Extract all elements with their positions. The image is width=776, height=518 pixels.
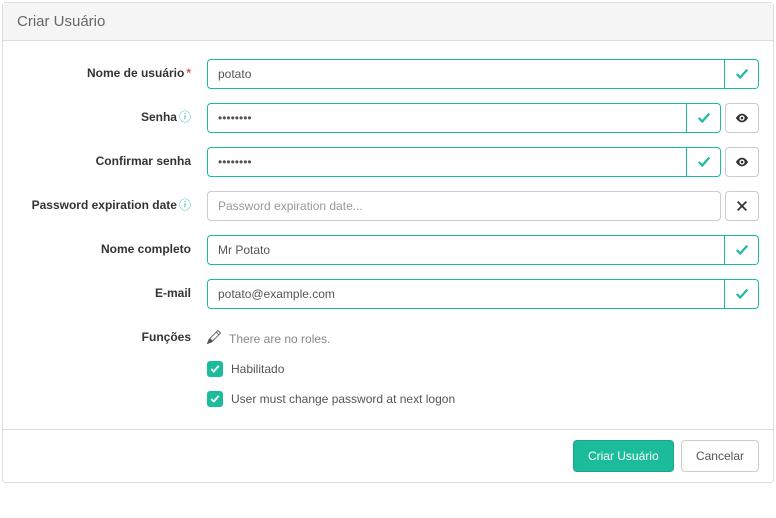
row-enabled: Habilitado xyxy=(207,361,759,377)
row-username: Nome de usuário* xyxy=(17,59,759,89)
label-roles: Funções xyxy=(17,323,207,346)
expiration-input[interactable] xyxy=(207,191,721,221)
email-input[interactable] xyxy=(207,279,725,309)
label-email: E-mail xyxy=(17,279,207,302)
required-asterisk: * xyxy=(186,66,191,80)
row-mustchange: User must change password at next logon xyxy=(207,391,759,407)
label-password: Senhaⓘ xyxy=(17,103,207,126)
password-reveal-button[interactable] xyxy=(725,103,759,133)
expiration-clear-button[interactable] xyxy=(725,191,759,221)
panel-footer: Criar Usuário Cancelar xyxy=(3,429,773,482)
email-valid-icon xyxy=(725,279,759,309)
label-password-text: Senha xyxy=(141,110,177,124)
confirm-input[interactable] xyxy=(207,147,687,177)
label-expiration-text: Password expiration date xyxy=(32,198,177,212)
confirm-input-group xyxy=(207,147,721,177)
help-icon[interactable]: ⓘ xyxy=(179,198,191,212)
label-fullname: Nome completo xyxy=(17,235,207,258)
email-input-group xyxy=(207,279,759,309)
row-fullname: Nome completo xyxy=(17,235,759,265)
username-valid-icon xyxy=(725,59,759,89)
fullname-input[interactable] xyxy=(207,235,725,265)
row-password: Senhaⓘ xyxy=(17,103,759,133)
confirm-valid-icon xyxy=(687,147,721,177)
row-roles: Funções There are no roles. xyxy=(17,323,759,347)
password-input-group xyxy=(207,103,721,133)
help-icon[interactable]: ⓘ xyxy=(179,110,191,124)
label-confirm: Confirmar senha xyxy=(17,147,207,170)
roles-static: There are no roles. xyxy=(207,323,330,347)
enabled-checkbox[interactable] xyxy=(207,361,223,377)
roles-empty-text: There are no roles. xyxy=(229,332,330,346)
create-user-panel: Criar Usuário Nome de usuário* Senhaⓘ xyxy=(2,2,774,483)
edit-roles-button[interactable] xyxy=(207,330,221,347)
mustchange-checkbox[interactable] xyxy=(207,391,223,407)
submit-button[interactable]: Criar Usuário xyxy=(573,440,674,472)
username-input[interactable] xyxy=(207,59,725,89)
row-expiration: Password expiration dateⓘ xyxy=(17,191,759,221)
enabled-label[interactable]: Habilitado xyxy=(231,362,284,376)
fullname-valid-icon xyxy=(725,235,759,265)
username-input-group xyxy=(207,59,759,89)
panel-body: Nome de usuário* Senhaⓘ Confirmar senha xyxy=(3,41,773,429)
password-input[interactable] xyxy=(207,103,687,133)
password-valid-icon xyxy=(687,103,721,133)
label-expiration: Password expiration dateⓘ xyxy=(17,191,207,214)
row-email: E-mail xyxy=(17,279,759,309)
cancel-button[interactable]: Cancelar xyxy=(681,440,759,472)
mustchange-label[interactable]: User must change password at next logon xyxy=(231,392,455,406)
panel-title: Criar Usuário xyxy=(3,3,773,41)
fullname-input-group xyxy=(207,235,759,265)
row-confirm: Confirmar senha xyxy=(17,147,759,177)
label-username: Nome de usuário* xyxy=(17,59,207,82)
label-username-text: Nome de usuário xyxy=(87,66,184,80)
confirm-reveal-button[interactable] xyxy=(725,147,759,177)
